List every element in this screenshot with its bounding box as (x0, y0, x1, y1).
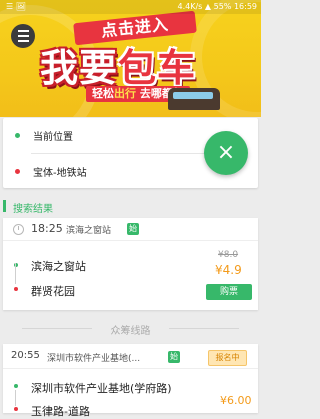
buy-ticket-button[interactable]: 购票 (206, 284, 252, 300)
origin-dot-icon (15, 133, 20, 138)
crowd-route-item[interactable]: 20:55 深圳市软件产业基地(... 始 报名中 深圳市软件产业基地(学府路)… (3, 344, 258, 418)
menu-button[interactable] (11, 24, 35, 48)
route-divider (31, 153, 211, 154)
crowd-start-badge: 始 (168, 351, 180, 363)
wifi-icon: ▲ (204, 2, 212, 11)
current-price: ¥4.9 (215, 263, 242, 277)
result-to: 群贤花园 (31, 285, 75, 298)
destination-field[interactable]: 宝体-地铁站 (3, 156, 203, 186)
crowd-from: 深圳市软件产业基地(学府路) (31, 382, 172, 395)
status-bar: ☰ 🖼 4.4K/s ▲ 55% 16:59 (0, 0, 261, 14)
divider-line (169, 328, 239, 329)
status-right: 4.4K/s ▲ 55% 16:59 (178, 2, 257, 11)
origin-text: 当前位置 (33, 132, 73, 143)
crowd-price: ¥6.00 (220, 394, 252, 407)
original-price: ¥8.0 (218, 250, 239, 260)
battery-level: 55% (213, 2, 232, 11)
crowd-route-header: 20:55 深圳市软件产业基地(... 始 报名中 (3, 344, 258, 369)
crowd-from-dot-icon (14, 384, 18, 388)
crowd-routes-divider: 众筹线路 (0, 320, 261, 337)
crowd-to: 玉律路-道路 (31, 405, 90, 418)
origin-field[interactable]: 当前位置 (3, 120, 203, 150)
result-from: 滨海之窗站 (31, 260, 86, 273)
departure-time: 18:25 (31, 222, 63, 235)
banner-sub-b: 出行 (114, 87, 136, 100)
banner-main-a: 我要 (40, 46, 119, 90)
search-results-header: 搜索结果 (3, 196, 258, 216)
to-dot-icon (14, 287, 18, 291)
crowd-departure-time: 20:55 (11, 350, 40, 361)
destination-dot-icon (15, 169, 20, 174)
banner-main-text: 我要包车 (40, 37, 196, 92)
network-speed: 4.4K/s (177, 2, 203, 11)
clear-button[interactable]: × (204, 131, 248, 175)
promo-banner[interactable]: 点击进入 我要包车 轻松出行 去哪都行 (0, 0, 261, 117)
bus-illustration (168, 88, 220, 110)
search-result-item[interactable]: 18:25 滨海之窗站 始 滨海之窗站 群贤花园 ¥8.0 ¥4.9 购票 (3, 218, 258, 310)
status-left-icons: ☰ 🖼 (6, 2, 26, 11)
result-header: 18:25 滨海之窗站 始 (3, 218, 258, 241)
crowd-to-dot-icon (14, 407, 18, 411)
crowd-route-line (15, 390, 16, 406)
section-marker (3, 200, 6, 212)
banner-sub-a: 轻松 (92, 87, 114, 100)
hamburger-icon (17, 29, 29, 44)
status-time: 16:59 (233, 2, 257, 11)
signup-status-badge: 报名中 (208, 350, 247, 366)
clock-icon (13, 224, 24, 235)
section-title: 搜索结果 (13, 204, 53, 215)
route-line (15, 263, 16, 284)
destination-text: 宝体-地铁站 (33, 168, 87, 179)
banner-main-b: 包车 (118, 46, 197, 90)
crowd-section-title: 众筹线路 (110, 326, 151, 337)
crowd-start-stop: 深圳市软件产业基地(... (47, 354, 141, 364)
start-stop: 滨海之窗站 (66, 226, 112, 236)
start-badge: 始 (127, 223, 139, 235)
